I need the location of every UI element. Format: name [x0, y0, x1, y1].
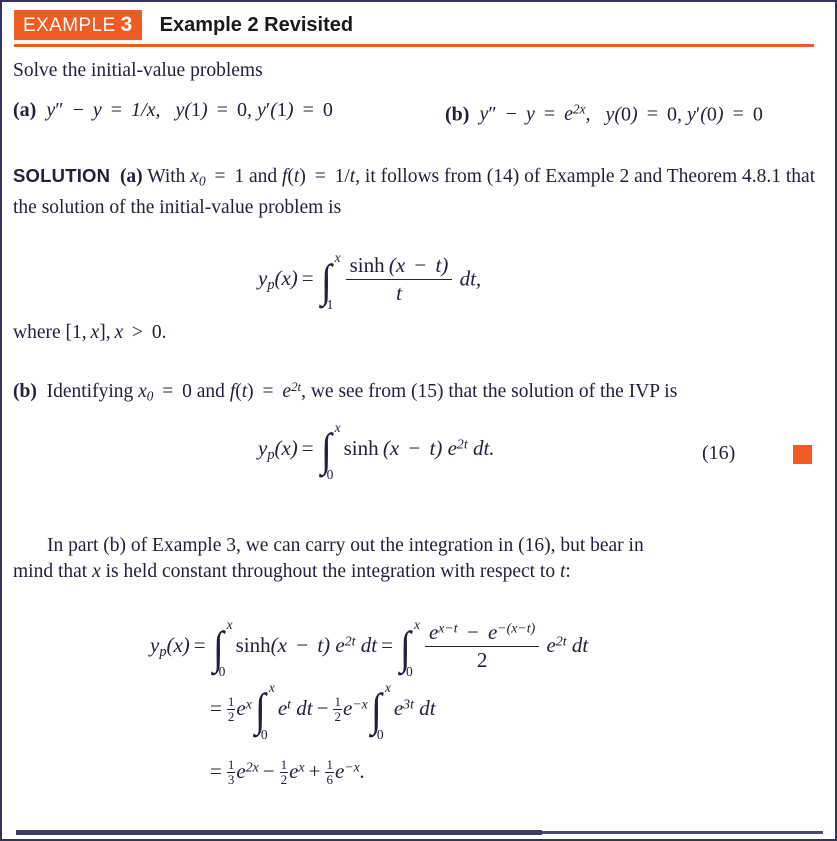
- term-e-2x: e2x: [236, 759, 259, 783]
- term-e-x: ex: [236, 696, 252, 720]
- footer-rule-left: [16, 830, 542, 835]
- problem-a-label: (a): [13, 99, 37, 121]
- minus-sign: −: [262, 759, 275, 783]
- term-e-neg-x: e−x: [342, 696, 368, 720]
- fraction-one-third: 1 3: [226, 757, 236, 787]
- fraction-denominator: 2: [227, 708, 235, 724]
- fraction-denominator: 2: [334, 708, 341, 724]
- integral-lower-limit: 0: [260, 726, 268, 742]
- integral-upper-limit: x: [413, 617, 420, 632]
- integral-upper-limit: x: [334, 419, 341, 435]
- equals-sign: =: [210, 759, 222, 783]
- equation-a-lhs: yp(x): [258, 266, 298, 294]
- derivation-line-3: = 1 3 e2x − 1 2 ex + 1 6 e−x.: [206, 757, 366, 787]
- problem-b-equation: y″ − y = e2x,: [474, 102, 591, 126]
- fraction-one-half-a: 1 2: [226, 694, 236, 724]
- fraction-numerator: 1: [279, 757, 289, 773]
- integral-lower-limit: 0: [218, 664, 226, 679]
- fraction-denominator: 2: [280, 771, 288, 787]
- fraction-denominator: t: [396, 281, 402, 305]
- problem-b-label: (b): [445, 103, 470, 126]
- fraction-numerator: 1: [325, 757, 334, 773]
- solution-paragraph-b: (b) Identifying x0 = 0 and f(t) = e2t, w…: [13, 374, 825, 410]
- integral-sign-4: ∫ x 0: [399, 617, 420, 679]
- equation-a-differential: dt,: [454, 266, 482, 291]
- problem-b-conditions: y(0) = 0, y′(0) = 0: [595, 103, 763, 126]
- integral-upper-limit: x: [334, 250, 341, 265]
- integral-sign-6: ∫ x 0: [370, 679, 391, 742]
- example-title: Example 2 Revisited: [159, 14, 354, 36]
- problem-a-conditions: y(1) = 0, y′(1) = 0: [165, 99, 333, 121]
- derivation-integrand-1: sinh(x − t) e2t dt: [235, 633, 378, 658]
- problem-a-equation: y″ − y = 1/x,: [41, 99, 161, 121]
- integral-sign-2: ∫ x 0: [320, 419, 341, 482]
- fraction-denominator: 6: [326, 771, 333, 787]
- minus-sign: −: [316, 696, 329, 720]
- intro-text: Solve the initial-value problems: [13, 60, 263, 81]
- fraction-sinh-over-t: sinh (x − t) t: [345, 253, 453, 306]
- derivation-line-2: = 1 2 ex ∫ x 0 et dt − 1 2 e−x ∫ x 0 e3t …: [206, 679, 436, 742]
- derivation-integrand-2: et dt: [277, 696, 313, 720]
- equals-sign: =: [210, 696, 222, 720]
- fraction-numerator: 1: [226, 757, 236, 773]
- fraction-numerator: 1: [226, 694, 236, 710]
- problem-a: (a) y″ − y = 1/x, y(1) = 0, y′(1) = 0: [13, 97, 333, 123]
- end-of-proof-marker: [793, 445, 812, 464]
- equation-number-16: (16): [702, 442, 736, 464]
- equation-16-lhs: yp(x): [258, 436, 298, 463]
- integral-sign-1: ∫ x 1: [320, 250, 341, 312]
- problem-b: (b) y″ − y = e2x, y(0) = 0, y′(0) = 0: [445, 97, 763, 127]
- footer-rule-right: [542, 831, 823, 834]
- integral-upper-limit: x: [226, 617, 233, 632]
- equation-16: yp(x) = ∫ x 0 sinh (x − t) e2t dt.: [258, 419, 495, 482]
- integral-sign-3: ∫ x 0: [212, 617, 233, 679]
- integral-lower-limit: 0: [405, 664, 413, 679]
- solution-b-body: Identifying x0 = 0 and f(t) = e2t, we se…: [41, 380, 678, 404]
- example-badge-number: 3: [120, 13, 133, 36]
- example-header: EXAMPLE 3 Example 2 Revisited: [14, 10, 814, 44]
- derivation-line-1: yp(x) = ∫ x 0 sinh(x − t) e2t dt = ∫ x 0 e…: [150, 617, 589, 679]
- solution-paragraph-a: SOLUTION (a) With x0 = 1 and f(t) = 1/t,…: [13, 163, 825, 221]
- fraction-denominator: 3: [227, 771, 235, 787]
- integral-lower-limit: 0: [326, 466, 334, 482]
- closing-paragraph-line2: mind that x is held constant throughout …: [13, 561, 571, 582]
- plus-sign: +: [308, 759, 321, 783]
- fraction-denominator: 2: [476, 648, 488, 672]
- fraction-numerator: ex−t − e−(x−t): [424, 620, 540, 647]
- term-e-x-2: ex: [289, 759, 305, 783]
- integral-lower-limit: 1: [326, 297, 334, 312]
- textbook-page: EXAMPLE 3 Example 2 Revisited Solve the i…: [0, 0, 837, 841]
- fraction-one-half-c: 1 2: [279, 757, 289, 787]
- derivation-lhs: yp(x): [150, 633, 190, 661]
- solution-b-label: (b): [13, 381, 37, 403]
- fraction-one-half-b: 1 2: [333, 695, 342, 723]
- example-badge-label: EXAMPLE: [23, 15, 116, 36]
- fraction-numerator: 1: [333, 694, 342, 710]
- term-e-neg-x-2: e−x.: [334, 759, 366, 783]
- derivation-integrand-3: e3t dt: [393, 696, 436, 720]
- equation-16-integrand: sinh (x − t) e2t dt.: [343, 436, 495, 460]
- where-line: where [1, x], x > 0.: [13, 322, 167, 343]
- fraction-numerator: sinh (x − t): [345, 253, 453, 280]
- integral-sign-5: ∫ x 0: [254, 679, 275, 742]
- integral-lower-limit: 0: [376, 726, 384, 742]
- integral-upper-limit: x: [268, 679, 275, 695]
- fraction-one-sixth: 1 6: [325, 758, 334, 786]
- closing-paragraph: In part (b) of Example 3, we can carry o…: [13, 533, 825, 559]
- example-badge: EXAMPLE 3: [14, 10, 142, 40]
- solution-label: SOLUTION: [13, 165, 111, 186]
- equation-solution-a: yp(x) = ∫ x 1 sinh (x − t) t dt,: [258, 250, 482, 312]
- closing-paragraph-text: In part (b) of Example 3, we can carry o…: [47, 535, 644, 556]
- integral-upper-limit: x: [384, 679, 391, 695]
- solution-a-body: (a) With x0 = 1 and f(t) = 1/t, it follo…: [13, 166, 816, 218]
- derivation-tail-1: e2t dt: [546, 633, 589, 658]
- header-orange-rule: [14, 44, 814, 47]
- fraction-exp-difference: ex−t − e−(x−t) 2: [424, 620, 540, 673]
